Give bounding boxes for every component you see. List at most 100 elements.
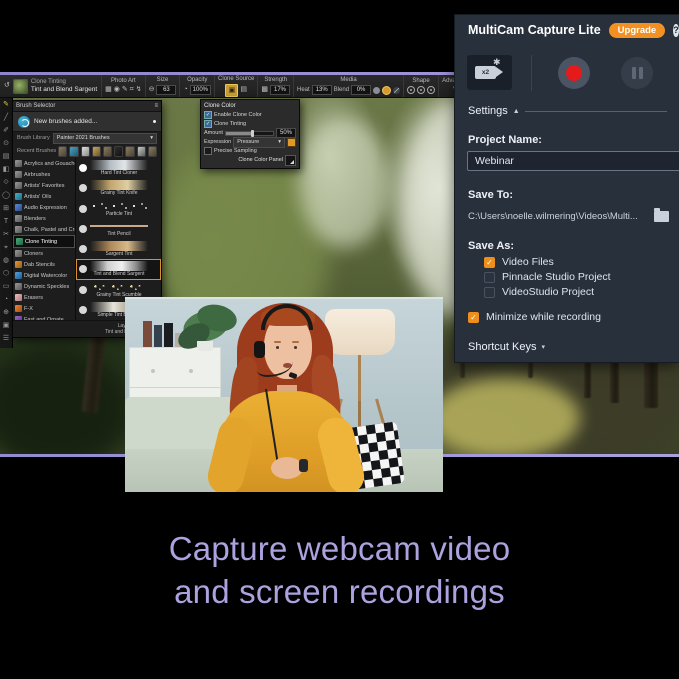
brush-selector-header[interactable]: Brush Selector ≡: [13, 101, 161, 112]
brush-category-item[interactable]: Artists' Favorites: [13, 180, 75, 191]
media-wet-icon[interactable]: [393, 87, 400, 94]
save-as-option[interactable]: VideoStudio Project: [484, 286, 594, 298]
brush-category-item[interactable]: Blenders: [13, 213, 75, 224]
brush-category-item[interactable]: Cloners: [13, 248, 75, 259]
recent-brush-icon[interactable]: [69, 146, 78, 157]
reset-tool-icon[interactable]: ↺: [4, 82, 10, 90]
expression-invert-icon[interactable]: [287, 138, 296, 147]
folder-icon[interactable]: [654, 211, 669, 222]
project-name-input[interactable]: [467, 151, 679, 171]
brush-category-item[interactable]: Dab Stencils: [13, 259, 75, 270]
expression-dropdown[interactable]: Pressure ▾: [233, 137, 285, 148]
record-button[interactable]: [558, 57, 590, 89]
pen-tool-icon[interactable]: ✐: [3, 124, 9, 137]
brush-category-item[interactable]: Artists' Oils: [13, 191, 75, 202]
shape-round-icon[interactable]: [407, 86, 415, 94]
brush-tool-icon[interactable]: ✎: [3, 98, 9, 111]
blend-value[interactable]: 0%: [351, 85, 371, 95]
checkbox-unchecked[interactable]: [484, 272, 495, 283]
scissors-tool-icon[interactable]: ✂: [3, 228, 9, 241]
shortcut-keys-toggle[interactable]: Shortcut Keys ▾: [468, 341, 545, 353]
amount-slider[interactable]: [225, 131, 274, 136]
photo-art-icon[interactable]: ◉: [114, 86, 120, 94]
recent-brush-icon[interactable]: [81, 146, 90, 157]
photo-art-icon[interactable]: ✎: [122, 86, 128, 94]
checkbox-unchecked[interactable]: [484, 287, 495, 298]
brush-library-dropdown[interactable]: Painter 2021 Brushes ▾: [53, 133, 157, 144]
brush-variant-item[interactable]: Grainy Tint Knife: [76, 178, 161, 198]
strength-value[interactable]: 17%: [270, 85, 290, 95]
brush-category-item-selected[interactable]: Clone Tinting: [13, 235, 75, 248]
settings-label: Settings: [468, 105, 508, 117]
clone-source-icon[interactable]: ▣: [225, 84, 238, 97]
layer-tool-icon[interactable]: ▣: [3, 319, 10, 332]
save-as-option[interactable]: Pinnacle Studio Project: [484, 271, 611, 283]
opacity-value[interactable]: 100%: [190, 85, 211, 95]
amount-label: Amount: [204, 130, 223, 136]
brush-category-item[interactable]: Dynamic Speckles: [13, 281, 75, 292]
enable-clone-color-checkbox[interactable]: ✓: [204, 111, 212, 119]
recent-brush-icon[interactable]: [137, 146, 146, 157]
clone-color-panel-icon[interactable]: [285, 155, 296, 166]
crop-tool-icon[interactable]: ⌖: [4, 241, 8, 254]
brush-variant-item-selected[interactable]: Tint and Blend Sargent: [76, 259, 161, 279]
save-as-option[interactable]: ✓ Video Files: [484, 256, 554, 268]
help-icon[interactable]: ?: [673, 24, 679, 37]
photo-art-icon[interactable]: ↯: [136, 86, 142, 94]
brush-category-item[interactable]: Chalk, Pastel and Crayons: [13, 224, 75, 235]
brush-library-row: Brush Library Painter 2021 Brushes ▾: [13, 132, 161, 144]
text-tool-icon[interactable]: T: [4, 215, 8, 228]
notification-dot-icon[interactable]: [153, 120, 156, 123]
media-selected-icon[interactable]: [382, 86, 391, 95]
heat-value[interactable]: 13%: [312, 85, 332, 95]
brush-category-item[interactable]: Erasers: [13, 292, 75, 303]
recent-brush-icon[interactable]: [114, 146, 123, 157]
panel-menu-icon[interactable]: ≡: [154, 103, 158, 109]
recent-brush-icon[interactable]: [125, 146, 134, 157]
pause-button[interactable]: [621, 57, 653, 89]
rect-tool-icon[interactable]: ▭: [3, 280, 10, 293]
brush-category-item[interactable]: Acrylics and Gouache: [13, 158, 75, 169]
brush-category-item[interactable]: Airbrushes: [13, 169, 75, 180]
media-dry-icon[interactable]: [373, 87, 380, 94]
brush-category-item[interactable]: Digital Watercolor: [13, 270, 75, 281]
shape-bristle-icon[interactable]: [427, 86, 435, 94]
shape-tool-icon[interactable]: ⬡: [3, 267, 9, 280]
dropper-tool-icon[interactable]: ⊙: [3, 137, 9, 150]
photo-art-icon[interactable]: ⌗: [130, 86, 134, 94]
dodge-tool-icon[interactable]: ◔: [4, 293, 8, 306]
settings-toggle[interactable]: Settings ▲: [468, 105, 667, 117]
brush-dab-thumbnail[interactable]: [13, 79, 28, 94]
checkbox-checked[interactable]: ✓: [468, 312, 479, 323]
recent-brush-icon[interactable]: [148, 146, 157, 157]
recent-brush-icon[interactable]: [103, 146, 112, 157]
clone-tinting-checkbox[interactable]: ✓: [204, 120, 212, 128]
recent-brush-icon[interactable]: [92, 146, 101, 157]
grid-tool-icon[interactable]: ⊞: [3, 202, 9, 215]
brush-variant-item[interactable]: Particle Tint: [76, 199, 161, 219]
brush-category-item[interactable]: F-X: [13, 303, 75, 314]
brush-variant-item[interactable]: Hard Tint Cloner: [76, 158, 161, 178]
photo-art-icon[interactable]: ▦: [105, 86, 112, 94]
line-tool-icon[interactable]: ╱: [4, 111, 8, 124]
capture-sources-button[interactable]: x2 ✱: [467, 55, 512, 90]
brush-variant-item[interactable]: Tint Pencil: [76, 219, 161, 239]
clone-color-panel-button[interactable]: Clone Color Panel: [238, 157, 283, 163]
menu-tool-icon[interactable]: ☰: [3, 332, 9, 345]
checkbox-checked[interactable]: ✓: [484, 257, 495, 268]
brush-category-item[interactable]: Audio Expression: [13, 202, 75, 213]
paper-tool-icon[interactable]: ▤: [3, 150, 10, 163]
size-value[interactable]: 63: [156, 85, 176, 95]
shape-flat-icon[interactable]: [417, 86, 425, 94]
magnify-tool-icon[interactable]: ⊕: [3, 306, 9, 319]
transform-tool-icon[interactable]: ⟐: [3, 176, 9, 189]
minimize-while-recording-option[interactable]: ✓ Minimize while recording: [468, 311, 601, 323]
clone-tool-icon[interactable]: ◍: [3, 254, 9, 267]
ellipse-tool-icon[interactable]: ◯: [2, 189, 10, 202]
brush-variant-item[interactable]: Sargent Tint: [76, 239, 161, 259]
precise-sampling-checkbox[interactable]: [204, 147, 212, 155]
upgrade-button[interactable]: Upgrade: [609, 23, 666, 38]
fill-tool-icon[interactable]: ◧: [3, 163, 10, 176]
clone-stamp-icon[interactable]: ▤: [240, 86, 247, 94]
recent-brush-icon[interactable]: [58, 146, 67, 157]
